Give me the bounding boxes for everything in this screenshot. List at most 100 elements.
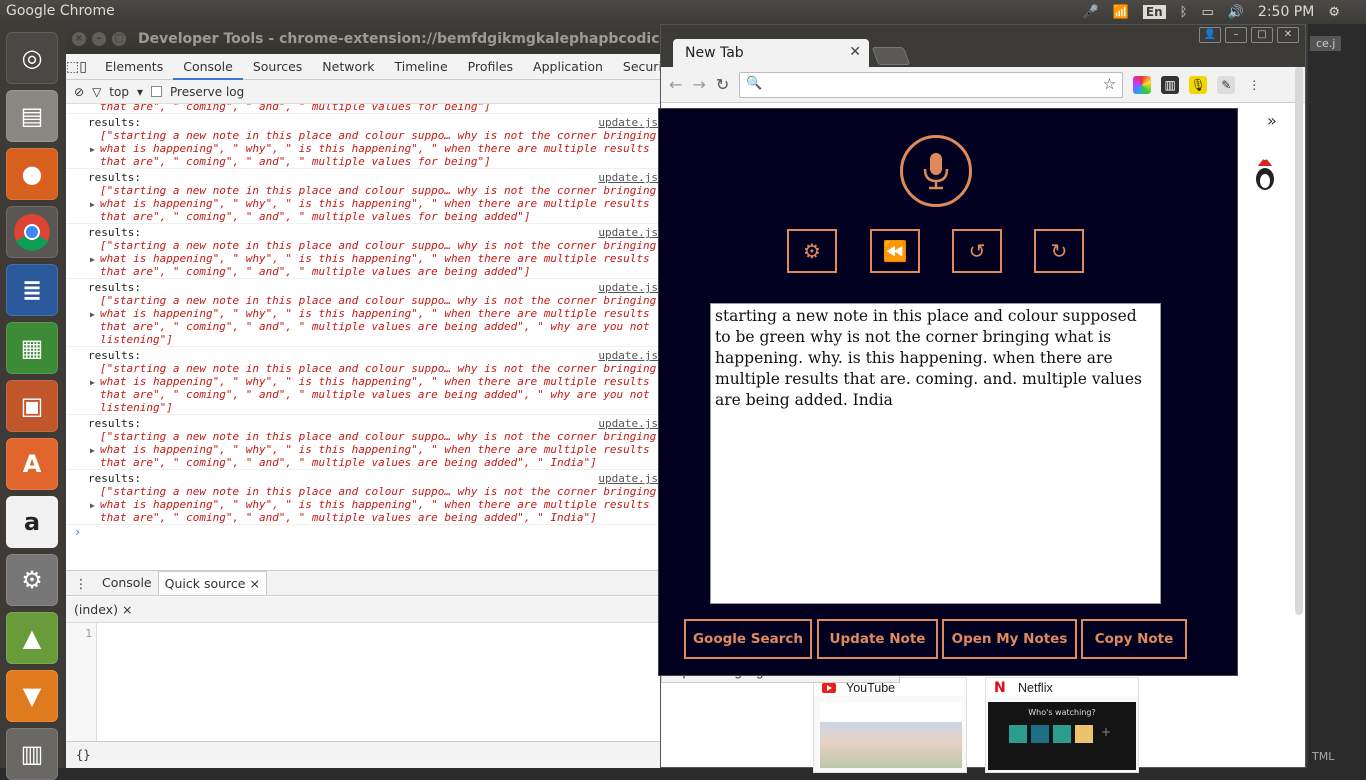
minimize-icon[interactable]: –: [1225, 27, 1247, 43]
close-icon[interactable]: ✕: [849, 44, 861, 60]
google-search-button[interactable]: Google Search: [684, 619, 812, 659]
maximize-icon[interactable]: □: [112, 32, 126, 46]
chevron-down-icon[interactable]: ▾: [137, 85, 143, 99]
console-message[interactable]: results:update.js▶["starting a new note …: [66, 114, 660, 169]
maximize-icon[interactable]: □: [1251, 27, 1273, 43]
workspace-switcher-icon[interactable]: ▥: [6, 728, 58, 780]
back-icon[interactable]: ←: [669, 75, 682, 94]
drawer-tab-console[interactable]: Console: [96, 571, 158, 595]
microphone-indicator-icon[interactable]: 🎤: [1083, 5, 1099, 20]
pen-extension-icon[interactable]: ✎: [1217, 76, 1235, 94]
libreoffice-calc-icon[interactable]: ▦: [6, 322, 58, 374]
code-editor[interactable]: 1: [66, 623, 660, 741]
drawer-tab-quick-source[interactable]: Quick source ×: [158, 571, 267, 595]
inspect-element-icon[interactable]: ⬚: [66, 59, 79, 75]
tab-new-tab[interactable]: New Tab ✕: [673, 39, 869, 67]
expand-triangle-icon[interactable]: ▶: [90, 446, 95, 455]
update-note-button[interactable]: Update Note: [817, 619, 938, 659]
source-link[interactable]: update.js: [598, 116, 658, 129]
battery-icon[interactable]: ▭: [1201, 5, 1213, 20]
software-center-icon[interactable]: A: [6, 438, 58, 490]
address-bar[interactable]: 🔍 ☆: [739, 72, 1123, 98]
source-link[interactable]: update.js: [598, 226, 658, 239]
background-tab[interactable]: ce.j: [1310, 36, 1341, 51]
android-studio-icon[interactable]: ▲: [6, 612, 58, 664]
console-message[interactable]: results:update.js▶["starting a new note …: [66, 470, 660, 525]
gear-icon[interactable]: ⚙: [1328, 5, 1340, 20]
settings-button[interactable]: ⚙: [787, 229, 837, 273]
undo-button[interactable]: ↺: [952, 229, 1002, 273]
keyboard-layout-indicator[interactable]: En: [1143, 5, 1166, 19]
pretty-print-button[interactable]: {}: [66, 741, 660, 768]
source-link[interactable]: update.js: [598, 171, 658, 184]
new-tab-button[interactable]: [872, 47, 911, 65]
close-icon[interactable]: ×: [72, 32, 86, 46]
color-picker-extension-icon[interactable]: [1133, 76, 1151, 94]
expand-triangle-icon[interactable]: ▶: [90, 501, 95, 510]
drawer-menu-icon[interactable]: ⋮: [66, 576, 96, 591]
tab-elements[interactable]: Elements: [95, 54, 173, 80]
tab-profiles[interactable]: Profiles: [458, 54, 523, 80]
minimize-icon[interactable]: –: [92, 32, 106, 46]
expand-triangle-icon[interactable]: ▶: [90, 145, 95, 154]
expand-triangle-icon[interactable]: ▶: [90, 378, 95, 387]
volume-icon[interactable]: 🔊: [1228, 5, 1244, 20]
chrome-icon[interactable]: [6, 206, 58, 258]
microphone-extension-icon[interactable]: 🎙: [1189, 76, 1207, 94]
open-my-notes-button[interactable]: Open My Notes: [942, 619, 1077, 659]
libreoffice-impress-icon[interactable]: ▣: [6, 380, 58, 432]
console-prompt[interactable]: ›: [66, 525, 660, 539]
profile-icon[interactable]: 👤: [1199, 27, 1221, 43]
firefox-icon[interactable]: ●: [6, 148, 58, 200]
close-icon[interactable]: ×: [122, 602, 132, 617]
note-textarea[interactable]: starting a new note in this place and co…: [710, 303, 1161, 604]
console-message[interactable]: results:update.js▶["starting a new note …: [66, 169, 660, 224]
device-mode-icon[interactable]: ▯: [79, 59, 87, 75]
santa-penguin-icon[interactable]: [1249, 157, 1279, 191]
source-link[interactable]: update.js: [598, 417, 658, 430]
console-message[interactable]: results:update.js▶["starting a new note …: [66, 279, 660, 347]
rewind-button[interactable]: ⏪: [870, 229, 920, 273]
console-message[interactable]: results:update.js▶["starting a new note …: [66, 347, 660, 415]
wifi-icon[interactable]: 📶: [1113, 5, 1129, 20]
most-visited-tile-youtube[interactable]: YouTube: [813, 677, 967, 773]
libreoffice-writer-icon[interactable]: ≣: [6, 264, 58, 316]
tab-sources[interactable]: Sources: [243, 54, 312, 80]
console-message[interactable]: results:update.js▶["starting a new note …: [66, 415, 660, 470]
bluetooth-icon[interactable]: ᛒ: [1180, 5, 1188, 20]
amazon-icon[interactable]: a: [6, 496, 58, 548]
expand-triangle-icon[interactable]: ▶: [90, 255, 95, 264]
clock[interactable]: 2:50 PM: [1258, 4, 1314, 20]
bookmark-star-icon[interactable]: ☆: [1103, 75, 1116, 93]
bookmarks-overflow-button[interactable]: »: [1267, 111, 1277, 130]
console-log[interactable]: that are", " coming", " and", " multiple…: [66, 104, 660, 550]
menu-icon[interactable]: ⋮: [1245, 76, 1263, 94]
source-link[interactable]: update.js: [598, 281, 658, 294]
tab-network[interactable]: Network: [312, 54, 384, 80]
reload-icon[interactable]: ↻: [716, 75, 729, 94]
film-extension-icon[interactable]: ▥: [1161, 76, 1179, 94]
preserve-log-checkbox[interactable]: [151, 86, 162, 97]
vlc-icon[interactable]: ▼: [6, 670, 58, 722]
close-icon[interactable]: ✕: [1277, 27, 1299, 43]
system-settings-icon[interactable]: ⚙: [6, 554, 58, 606]
most-visited-tile-netflix[interactable]: N Netflix Who's watching? +: [985, 677, 1139, 773]
source-link[interactable]: update.js: [598, 349, 658, 362]
redo-button[interactable]: ↻: [1034, 229, 1084, 273]
tab-console[interactable]: Console: [173, 54, 243, 80]
forward-icon[interactable]: →: [692, 75, 705, 94]
context-selector[interactable]: top: [109, 85, 129, 99]
files-icon[interactable]: ▤: [6, 90, 58, 142]
tab-application[interactable]: Application: [523, 54, 613, 80]
expand-triangle-icon[interactable]: ▶: [90, 200, 95, 209]
copy-note-button[interactable]: Copy Note: [1081, 619, 1187, 659]
file-tab-index[interactable]: (index) ×: [74, 602, 132, 617]
clear-console-icon[interactable]: ⊘: [74, 85, 84, 99]
microphone-button[interactable]: [900, 135, 972, 207]
source-link[interactable]: update.js: [598, 472, 658, 485]
tab-timeline[interactable]: Timeline: [385, 54, 458, 80]
console-message[interactable]: results:update.js▶["starting a new note …: [66, 224, 660, 279]
ubuntu-dash-icon[interactable]: ◎: [6, 32, 58, 84]
close-icon[interactable]: ×: [249, 576, 259, 591]
expand-triangle-icon[interactable]: ▶: [90, 310, 95, 319]
